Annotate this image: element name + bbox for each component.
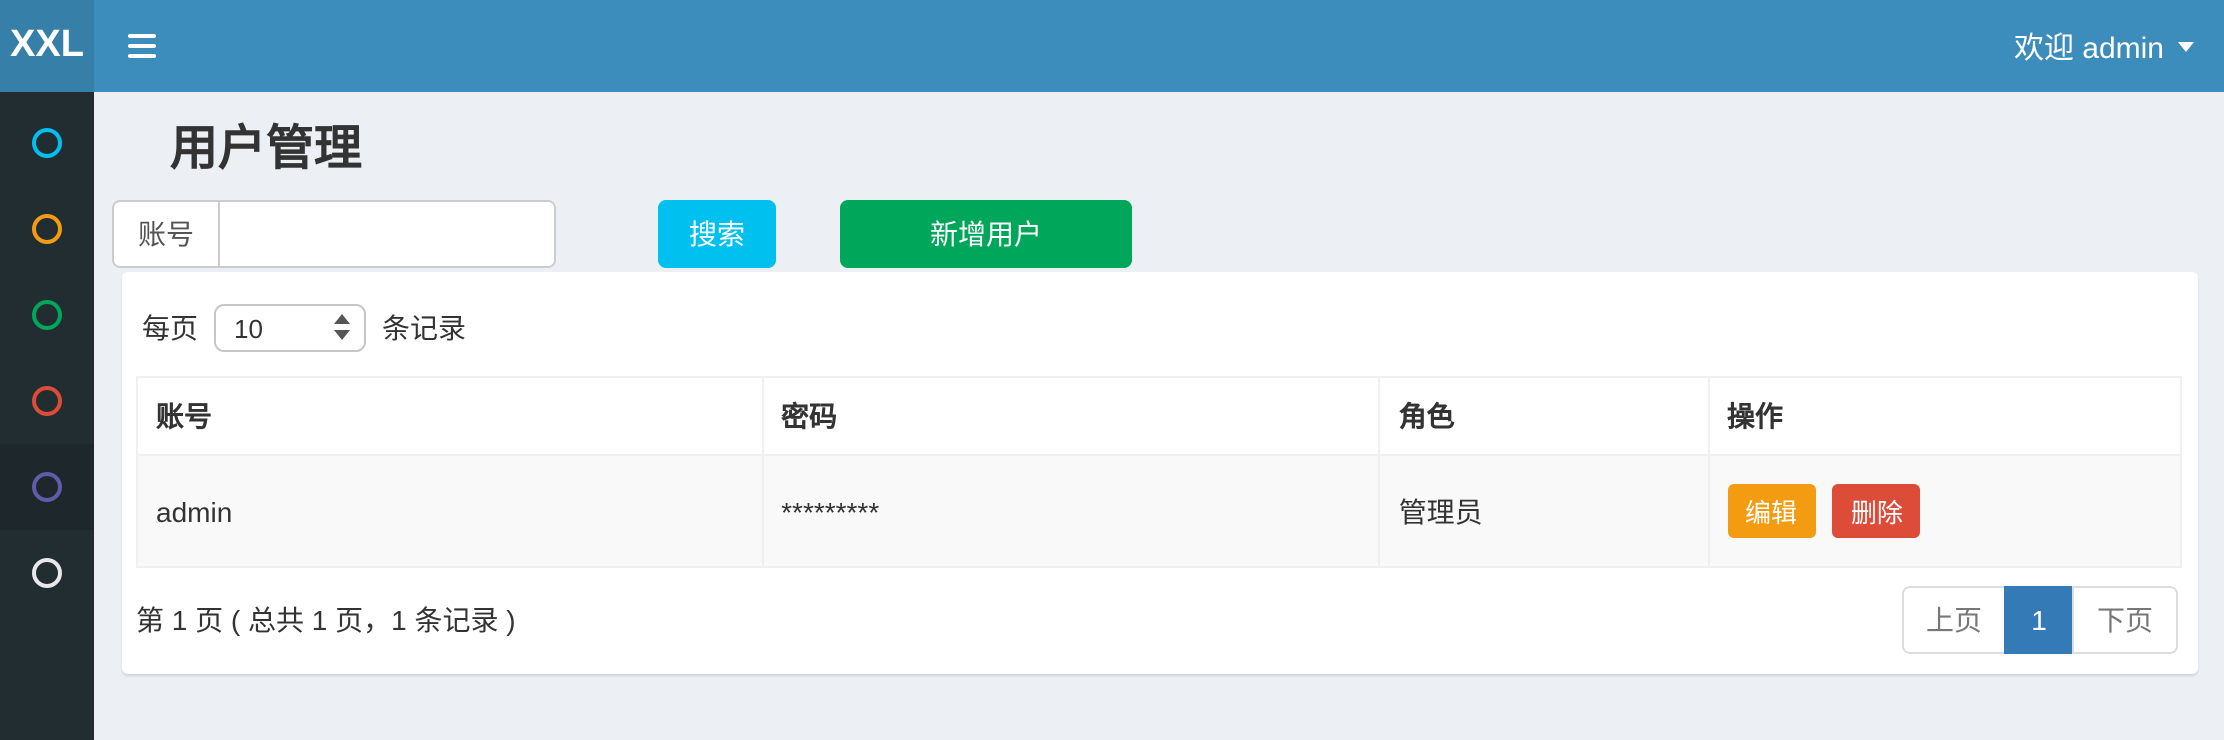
navbar-main: 欢迎 admin <box>94 0 2224 92</box>
cell-password: ********* <box>762 455 1380 567</box>
pagination-info: 第 1 页 ( 总共 1 页，1 条记录 ) <box>136 600 516 640</box>
welcome-text: 欢迎 admin <box>2014 25 2164 67</box>
column-header-actions: 操作 <box>1708 377 2181 455</box>
circle-outline-icon <box>32 214 62 244</box>
cell-account: admin <box>137 455 762 567</box>
page-title: 用户管理 <box>170 118 2224 182</box>
caret-down-icon <box>2178 41 2194 51</box>
circle-outline-icon <box>32 386 62 416</box>
account-search-input[interactable] <box>220 202 554 266</box>
account-search-group: 账号 <box>112 200 556 268</box>
page-size-suffix-label: 条记录 <box>382 308 466 348</box>
column-header-role: 角色 <box>1380 377 1708 455</box>
page-size-row: 每页 10 条记录 <box>142 272 2178 352</box>
select-stepper-icon <box>334 314 350 340</box>
top-navbar: XXL 欢迎 admin <box>0 0 2224 92</box>
sidebar <box>0 92 94 740</box>
users-panel: 每页 10 条记录 账号 密码 角色 操作 <box>122 272 2198 674</box>
table-header-row: 账号 密码 角色 操作 <box>137 377 2181 455</box>
prev-page-button[interactable]: 上页 <box>1902 586 2006 654</box>
delete-button[interactable]: 删除 <box>1833 484 1921 538</box>
content-area: 用户管理 账号 搜索 新增用户 每页 10 条记录 账号 <box>94 92 2224 740</box>
app-logo[interactable]: XXL <box>0 0 94 92</box>
sidebar-item-1[interactable] <box>0 100 94 186</box>
pagination: 上页 1 下页 <box>1902 586 2178 654</box>
hamburger-menu-icon[interactable] <box>124 16 160 76</box>
search-toolbar: 账号 搜索 新增用户 <box>112 200 2224 268</box>
edit-button[interactable]: 编辑 <box>1727 484 1815 538</box>
sidebar-item-4[interactable] <box>0 358 94 444</box>
column-header-account: 账号 <box>137 377 762 455</box>
table-footer: 第 1 页 ( 总共 1 页，1 条记录 ) 上页 1 下页 <box>122 586 2198 654</box>
account-addon-label: 账号 <box>114 202 220 266</box>
user-menu[interactable]: 欢迎 admin <box>2014 25 2194 67</box>
sidebar-item-2[interactable] <box>0 186 94 272</box>
circle-outline-icon <box>32 472 62 502</box>
page-size-value: 10 <box>234 313 263 343</box>
app-window: XXL 欢迎 admin 用户管理 <box>0 0 2224 740</box>
table-row: admin ********* 管理员 编辑 删除 <box>137 455 2181 567</box>
sidebar-item-5-active[interactable] <box>0 444 94 530</box>
next-page-button[interactable]: 下页 <box>2072 586 2178 654</box>
column-header-password: 密码 <box>762 377 1380 455</box>
circle-outline-icon <box>32 300 62 330</box>
page-size-select[interactable]: 10 <box>214 304 366 352</box>
sidebar-item-6[interactable] <box>0 530 94 616</box>
circle-outline-icon <box>32 558 62 588</box>
circle-outline-icon <box>32 128 62 158</box>
page-size-prefix-label: 每页 <box>142 308 198 348</box>
users-table: 账号 密码 角色 操作 admin ********* 管理员 编辑 删除 <box>136 376 2182 568</box>
search-button[interactable]: 搜索 <box>658 200 776 268</box>
sidebar-item-3[interactable] <box>0 272 94 358</box>
add-user-button[interactable]: 新增用户 <box>840 200 1132 268</box>
current-page-button[interactable]: 1 <box>2004 586 2074 654</box>
cell-role: 管理员 <box>1380 455 1708 567</box>
cell-actions: 编辑 删除 <box>1708 455 2181 567</box>
